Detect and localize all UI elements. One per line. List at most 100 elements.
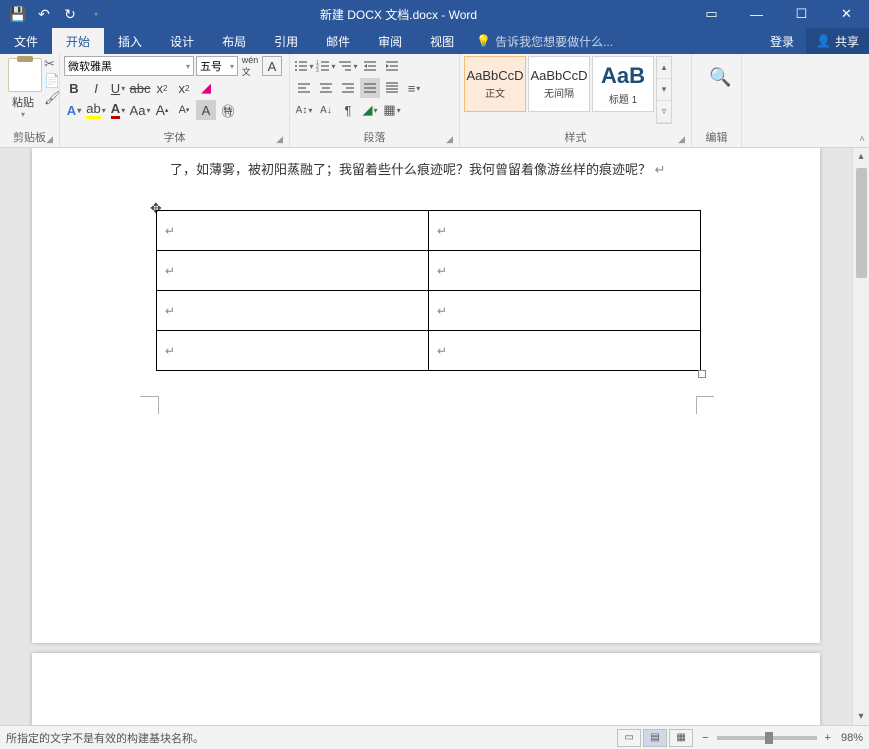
font-name-combo[interactable]: 微软雅黑▾ (64, 56, 194, 76)
tab-layout[interactable]: 布局 (208, 28, 260, 54)
table-cell[interactable]: ↵ (429, 211, 701, 251)
scroll-thumb[interactable] (856, 168, 867, 278)
align-center-icon[interactable] (316, 78, 336, 98)
table-row[interactable]: ↵↵ (157, 291, 701, 331)
table-row[interactable]: ↵↵ (157, 211, 701, 251)
table-cell[interactable]: ↵ (157, 211, 429, 251)
style-heading-1[interactable]: AaB 标题 1 (592, 56, 654, 112)
share-button[interactable]: 👤 共享 (806, 28, 869, 54)
style-no-spacing[interactable]: AaBbCcD 无间隔 (528, 56, 590, 112)
gallery-down-icon[interactable]: ▾ (657, 79, 671, 101)
body-text[interactable]: 了，如薄雾，被初阳蒸融了；我留着些什么痕迹呢？我何曾留着像游丝样的痕迹呢？ ↵ (170, 160, 666, 180)
superscript-button[interactable]: x2 (174, 78, 194, 98)
numbering-icon[interactable]: 123▾ (316, 56, 336, 76)
tab-home[interactable]: 开始 (52, 28, 104, 54)
increase-indent-icon[interactable] (382, 56, 402, 76)
character-shading-icon[interactable]: A (196, 100, 216, 120)
page-1[interactable]: 了，如薄雾，被初阳蒸融了；我留着些什么痕迹呢？我何曾留着像游丝样的痕迹呢？ ↵ … (32, 148, 820, 643)
paste-button[interactable]: 粘贴 ▾ (4, 56, 42, 119)
zoom-slider-thumb[interactable] (765, 732, 773, 744)
change-case-icon[interactable]: Aa▾ (130, 100, 150, 120)
style-normal[interactable]: AaBbCcD 正文 (464, 56, 526, 112)
clear-formatting-icon[interactable]: ◢ (196, 78, 216, 98)
table-row[interactable]: ↵↵ (157, 251, 701, 291)
maximize-button[interactable]: ☐ (779, 0, 824, 28)
login-button[interactable]: 登录 (758, 28, 806, 54)
text-direction-icon[interactable]: A↕▾ (294, 100, 314, 120)
find-icon[interactable]: 🔍 (706, 62, 736, 92)
show-marks-icon[interactable]: ¶ (338, 100, 358, 120)
view-web-layout-icon[interactable]: ▦ (669, 729, 693, 747)
ribbon-display-icon[interactable]: ▭ (689, 0, 734, 28)
qat-more-icon[interactable]: ▾ (84, 2, 108, 26)
enclose-character-icon[interactable]: ㊕ (218, 100, 238, 120)
scroll-down-icon[interactable]: ▾ (853, 708, 869, 725)
character-border-icon[interactable]: A (262, 56, 282, 76)
multilevel-list-icon[interactable]: ▾ (338, 56, 358, 76)
save-icon[interactable]: 💾 (6, 2, 30, 26)
text-effects-icon[interactable]: A▾ (64, 100, 84, 120)
gallery-up-icon[interactable]: ▴ (657, 57, 671, 79)
highlight-color-icon[interactable]: ab▾ (86, 100, 106, 120)
format-painter-icon[interactable]: 🖌 (44, 90, 61, 106)
view-print-layout-icon[interactable]: ▤ (643, 729, 667, 747)
align-distributed-icon[interactable] (382, 78, 402, 98)
decrease-indent-icon[interactable] (360, 56, 380, 76)
line-spacing-icon[interactable]: ≡▾ (404, 78, 424, 98)
italic-button[interactable]: I (86, 78, 106, 98)
document-table[interactable]: ↵↵ ↵↵ ↵↵ ↵↵ (156, 210, 701, 371)
tab-references[interactable]: 引用 (260, 28, 312, 54)
shading-icon[interactable]: ◢▾ (360, 100, 380, 120)
table-cell[interactable]: ↵ (157, 331, 429, 371)
tab-view[interactable]: 视图 (416, 28, 468, 54)
borders-icon[interactable]: ▦▾ (382, 100, 402, 120)
table-row[interactable]: ↵↵ (157, 331, 701, 371)
launcher-icon[interactable]: ◢ (46, 134, 53, 145)
launcher-icon[interactable]: ◢ (276, 134, 283, 145)
close-button[interactable]: ✕ (824, 0, 869, 28)
shrink-font-icon[interactable]: A▾ (174, 100, 194, 120)
table-cell[interactable]: ↵ (429, 291, 701, 331)
grow-font-icon[interactable]: A▴ (152, 100, 172, 120)
table-cell[interactable]: ↵ (157, 291, 429, 331)
align-right-icon[interactable] (338, 78, 358, 98)
vertical-scrollbar[interactable]: ▴ ▾ (852, 148, 869, 725)
document-area[interactable]: 了，如薄雾，被初阳蒸融了；我留着些什么痕迹呢？我何曾留着像游丝样的痕迹呢？ ↵ … (0, 148, 852, 725)
zoom-level[interactable]: 98% (841, 732, 863, 744)
zoom-in-icon[interactable]: + (825, 732, 831, 744)
bold-button[interactable]: B (64, 78, 84, 98)
phonetic-guide-icon[interactable]: wén文 (240, 56, 260, 76)
cut-icon[interactable]: ✂ (44, 56, 61, 72)
table-resize-handle-icon[interactable] (698, 370, 706, 378)
font-size-combo[interactable]: 五号▾ (196, 56, 238, 76)
tab-insert[interactable]: 插入 (104, 28, 156, 54)
undo-icon[interactable]: ↶ (32, 2, 56, 26)
align-left-icon[interactable] (294, 78, 314, 98)
zoom-out-icon[interactable]: − (702, 732, 708, 744)
collapse-ribbon-icon[interactable]: ˄ (859, 134, 865, 145)
scroll-up-icon[interactable]: ▴ (853, 148, 869, 165)
font-color-icon[interactable]: A▾ (108, 100, 128, 120)
copy-icon[interactable]: 📄 (44, 73, 61, 89)
redo-icon[interactable]: ↻ (58, 2, 82, 26)
tab-file[interactable]: 文件 (0, 28, 52, 54)
tell-me-search[interactable]: 💡 告诉我您想要做什么... (468, 28, 613, 54)
page-2[interactable]: ↵ (32, 653, 820, 725)
sort-icon[interactable]: A↓ (316, 100, 336, 120)
subscript-button[interactable]: x2 (152, 78, 172, 98)
underline-button[interactable]: U▾ (108, 78, 128, 98)
view-read-mode-icon[interactable]: ▭ (617, 729, 641, 747)
minimize-button[interactable]: — (734, 0, 779, 28)
launcher-icon[interactable]: ◢ (446, 134, 453, 145)
bullets-icon[interactable]: ▾ (294, 56, 314, 76)
tab-review[interactable]: 审阅 (364, 28, 416, 54)
table-cell[interactable]: ↵ (429, 251, 701, 291)
table-cell[interactable]: ↵ (429, 331, 701, 371)
zoom-slider[interactable] (717, 736, 817, 740)
tab-design[interactable]: 设计 (156, 28, 208, 54)
launcher-icon[interactable]: ◢ (678, 134, 685, 145)
tab-mail[interactable]: 邮件 (312, 28, 364, 54)
strikethrough-button[interactable]: abc (130, 78, 150, 98)
gallery-more-icon[interactable]: ▿ (657, 101, 671, 123)
table-cell[interactable]: ↵ (157, 251, 429, 291)
